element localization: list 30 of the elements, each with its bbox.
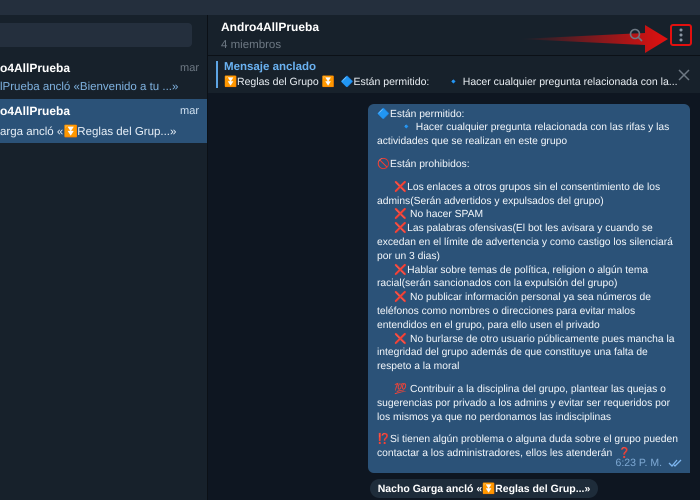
chat-item[interactable]: o4AllPrueba mar arga ancló «⏬Reglas del Grup...» [0, 99, 207, 143]
pinned-label: Mensaje anclado [224, 61, 318, 73]
message-text: ❌Los enlaces a otros grupos sin el consentimiento de los admins(Serán advertidos y expulsados del grupo) [377, 180, 662, 208]
pinned-text: ⏬Reglas del Grupo ⏬ 🔷Están permitido: 🔹 Hacer cualquier pregunta relacionada con la... [224, 75, 678, 88]
message-text: ❌Las palabras ofensivas(El bot les avisara y cuando se excedan en el límite de advertencia y como castigo los silenciará por un 3 dias) [377, 222, 674, 264]
chat-title: Andro4AllPrueba [221, 20, 320, 34]
message-text: 🔹 Hacer cualquier pregunta relacionada con las rifas y las actividades que se realizan en este grupo [377, 121, 670, 150]
chat-time: mar [180, 62, 199, 74]
message-text: ❌ No publicar información personal ya sea números de teléfonos como nombres o direcciones para evitar malos entendidos en el grupo, para ello usen el privado [377, 291, 652, 333]
message-text: 🚫Están prohibidos: [377, 158, 471, 172]
chat-name: o4AllPrueba [0, 104, 70, 118]
close-button[interactable] [678, 66, 690, 82]
chat-preview: arga ancló «⏬Reglas del Grup...» [0, 124, 178, 138]
message-text: ⁉Si tienen algún problema o alguna duda sobre el grupo pueden contactar a los administradores, ellos les atenderán ❓ [377, 433, 679, 460]
message-text: ❌Hablar sobre temas de política, religion o algún tema racial(serán sancionados con la expulsión del grupo) [377, 264, 650, 291]
service-message: Nacho Garga ancló «⏬Reglas del Grup...» [370, 479, 598, 498]
chat-name: o4AllPrueba [0, 61, 70, 75]
chat-preview: lPrueba ancló «Bienvenido a tu ...» [0, 81, 180, 93]
chat-item[interactable]: o4AllPrueba mar lPrueba ancló «Bienvenido a tu ...» [0, 55, 207, 99]
menu-button[interactable] [670, 24, 692, 46]
message-text: 💯 Contribuir a la disciplina del grupo, plantear las quejas o sugerencias por privado a los admins y evitar ser requeridos por los mismos ya que no perdonamos las indisciplinas [377, 383, 672, 424]
message-text: ❌ No burlarse de otro usuario públicamente pues mancha la integridad del grupo además de que constituye una falta de respeto a la moral [377, 332, 676, 374]
menu-icon [679, 28, 683, 42]
search-icon [629, 28, 643, 42]
message-text: 🔷Están permitido: [377, 108, 466, 122]
message-text: ❌ No hacer SPAM [393, 208, 484, 222]
message-time: 6:23 P. M. [615, 457, 662, 469]
member-count: 4 miembros [221, 38, 282, 50]
close-icon [678, 68, 690, 80]
chat-time: mar [180, 105, 199, 117]
